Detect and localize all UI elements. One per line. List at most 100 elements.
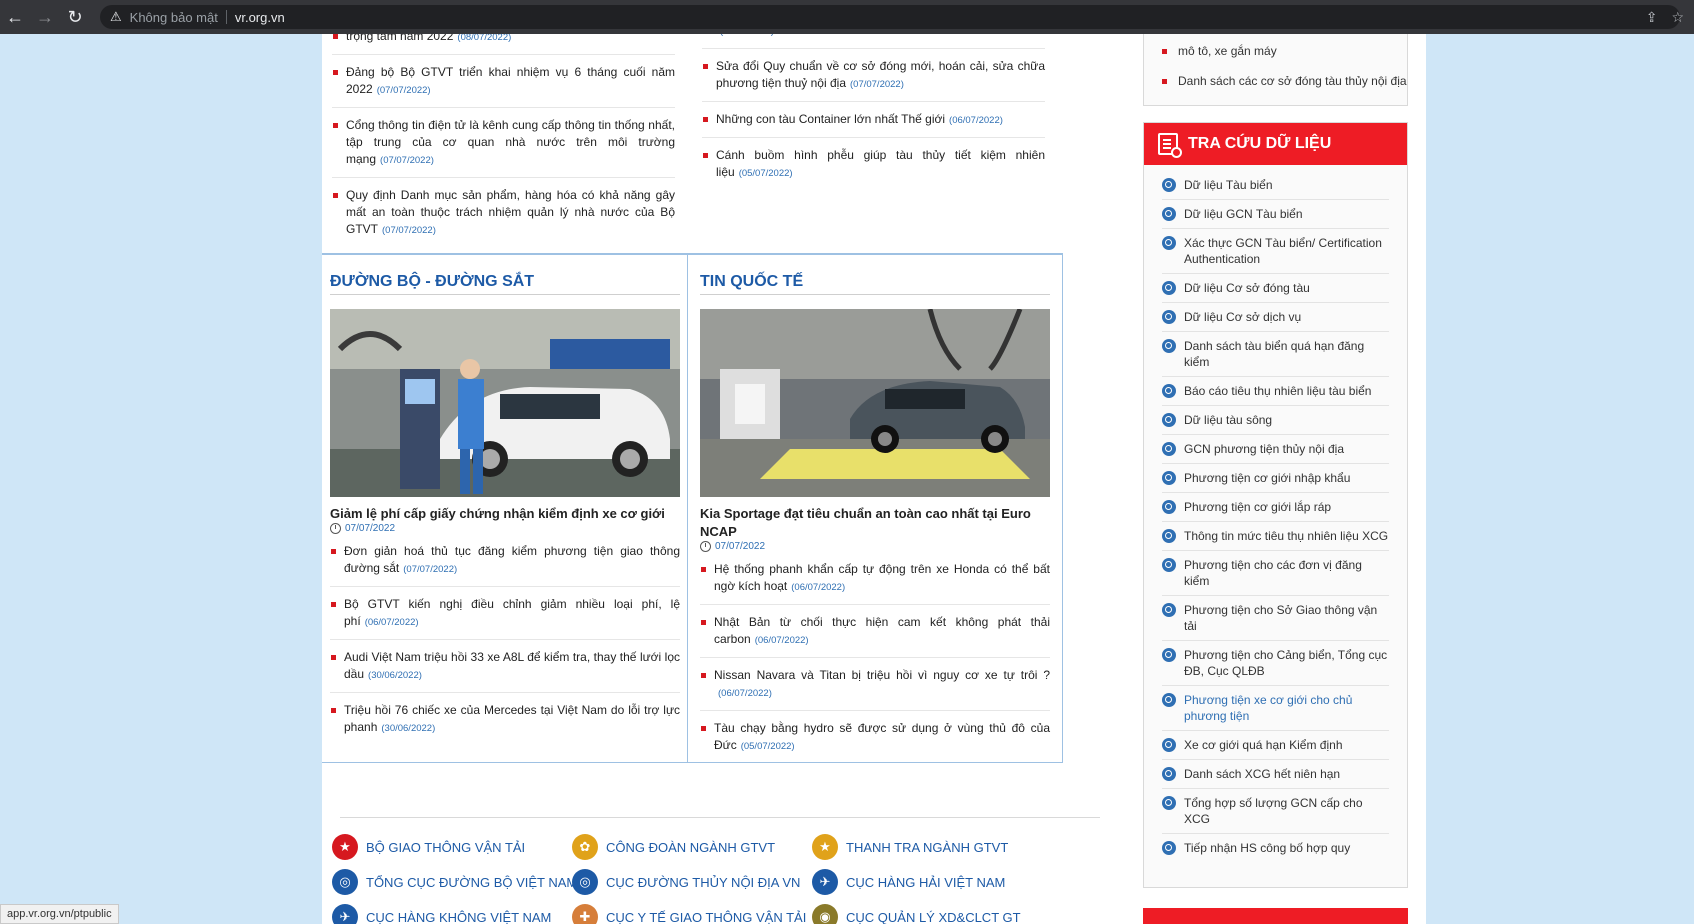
news-title[interactable]: Hệ thống phanh khẩn cấp tự động trên xe …: [714, 562, 1050, 593]
reload-icon[interactable]: ↻: [60, 0, 90, 34]
news-date: (06/07/2022): [364, 617, 419, 628]
data-lookup-item[interactable]: Dữ liệu Cơ sở dịch vụ: [1162, 303, 1389, 332]
partner-link-label: CỤC HÀNG KHÔNG VIỆT NAM: [366, 909, 552, 924]
news-date: (07/07/2022): [720, 34, 774, 37]
news-title[interactable]: Những con tàu Container lớn nhất Thế giớ…: [716, 112, 945, 126]
news-item[interactable]: Triệu hồi 76 chiếc xe của Mercedes tại V…: [330, 702, 680, 745]
data-lookup-item[interactable]: Tiếp nhận HS công bố hợp quy: [1162, 834, 1389, 862]
data-lookup-label: Danh sách XCG hết niên hạn: [1184, 767, 1341, 781]
data-lookup-item[interactable]: Phương tiện cơ giới lắp ráp: [1162, 493, 1389, 522]
news-date: (06/07/2022): [791, 582, 846, 593]
search-icon: [1162, 648, 1176, 662]
partner-link[interactable]: ★ THANH TRA NGÀNH GTVT: [812, 834, 1008, 860]
news-title[interactable]: trọng tâm năm 2022: [346, 34, 453, 43]
search-icon: [1162, 767, 1176, 781]
sidebar-next-section-header: [1143, 908, 1408, 924]
partner-link[interactable]: ✿ CÔNG ĐOÀN NGÀNH GTVT: [572, 834, 775, 860]
data-lookup-item[interactable]: Phương tiện cho Cảng biển, Tổng cục ĐB, …: [1162, 641, 1389, 686]
featured-article-title[interactable]: Giảm lệ phí cấp giấy chứng nhận kiểm địn…: [330, 505, 680, 523]
partner-link-label: CỤC QUẢN LÝ XD&CLCT GT: [846, 909, 1021, 924]
partner-link[interactable]: ◎ CỤC ĐƯỜNG THỦY NỘI ĐỊA VN: [572, 869, 800, 895]
data-lookup-panel: TRA CỨU DỮ LIỆU Dữ liệu Tàu biển Dữ liệu …: [1143, 122, 1408, 888]
emblem-icon: ✈: [332, 904, 358, 924]
data-lookup-item[interactable]: Phương tiện cơ giới nhập khẩu: [1162, 464, 1389, 493]
news-item[interactable]: (07/07/2022): [702, 34, 1045, 49]
bookmark-star-icon[interactable]: ☆: [1671, 9, 1684, 26]
data-lookup-label: Dữ liệu tàu sông: [1184, 413, 1273, 427]
status-bar-url: app.vr.org.vn/ptpublic: [0, 904, 119, 924]
international-section: TIN QUỐC TẾ Kia Sportage đạt tiêu chuẩn …: [687, 253, 1063, 763]
data-lookup-item[interactable]: Danh sách XCG hết niên hạn: [1162, 760, 1389, 789]
section-heading[interactable]: ĐƯỜNG BỘ - ĐƯỜNG SẮT: [330, 273, 680, 295]
news-item[interactable]: Tàu chạy bằng hydro sẽ được sử dụng ở vù…: [700, 720, 1050, 763]
sidebar-link[interactable]: Danh sách các cơ sở đóng tàu thủy nội đị…: [1144, 73, 1407, 89]
section-heading[interactable]: TIN QUỐC TẾ: [700, 273, 1050, 295]
data-lookup-label: Phương tiện cho Cảng biển, Tổng cục ĐB, …: [1184, 648, 1388, 678]
data-lookup-item[interactable]: Danh sách tàu biển quá hạn đăng kiểm: [1162, 332, 1389, 377]
share-icon[interactable]: ⇪: [1646, 9, 1658, 26]
partner-link[interactable]: ◉ CỤC QUẢN LÝ XD&CLCT GT: [812, 904, 1021, 924]
news-item[interactable]: Nissan Navara và Titan bị triệu hồi vì n…: [700, 667, 1050, 711]
news-date: (30/06/2022): [368, 670, 422, 681]
news-item[interactable]: Cánh buồm hình phễu giúp tàu thủy tiết k…: [702, 147, 1045, 190]
news-item[interactable]: Quy định Danh mục sản phẩm, hàng hóa có …: [332, 187, 675, 247]
partner-link-label: CỤC ĐƯỜNG THỦY NỘI ĐỊA VN: [606, 874, 801, 890]
data-lookup-item[interactable]: Phương tiện xe cơ giới cho chủ phương ti…: [1162, 686, 1389, 731]
news-item[interactable]: Đơn giản hoá thủ tục đăng kiểm phương ti…: [330, 543, 680, 587]
news-item[interactable]: Đảng bộ Bộ GTVT triển khai nhiệm vụ 6 th…: [332, 64, 675, 108]
news-item[interactable]: Những con tàu Container lớn nhất Thế giớ…: [702, 111, 1045, 138]
data-lookup-item[interactable]: GCN phương tiện thủy nội địa: [1162, 435, 1389, 464]
news-item[interactable]: Hệ thống phanh khẩn cấp tự động trên xe …: [700, 561, 1050, 605]
news-item[interactable]: trọng tâm năm 2022 (08/07/2022): [332, 34, 675, 55]
data-lookup-item[interactable]: Phương tiện cho các đơn vị đăng kiểm: [1162, 551, 1389, 596]
data-lookup-label: Xe cơ giới quá hạn Kiểm định: [1184, 738, 1343, 752]
data-lookup-label: Tiếp nhận HS công bố hợp quy: [1184, 841, 1351, 855]
partner-link-label: CỤC Y TẾ GIAO THÔNG VẬN TẢI: [606, 909, 807, 924]
crash-test-photo[interactable]: [700, 309, 1050, 497]
data-lookup-item[interactable]: Xe cơ giới quá hạn Kiểm định: [1162, 731, 1389, 760]
news-title[interactable]: Nissan Navara và Titan bị triệu hồi vì n…: [714, 668, 1050, 682]
news-item[interactable]: Bộ GTVT kiến nghị điều chỉnh giảm nhiều …: [330, 596, 680, 640]
data-lookup-item[interactable]: Tổng hợp số lượng GCN cấp cho XCG: [1162, 789, 1389, 834]
partner-link[interactable]: ✚ CỤC Y TẾ GIAO THÔNG VẬN TẢI: [572, 904, 806, 924]
search-icon: [1162, 471, 1176, 485]
address-bar[interactable]: ⚠ Không bảo mật vr.org.vn: [100, 5, 1680, 29]
search-icon: [1162, 310, 1176, 324]
data-lookup-item[interactable]: Dữ liệu tàu sông: [1162, 406, 1389, 435]
forward-icon[interactable]: →: [30, 0, 60, 34]
data-lookup-label: Dữ liệu Cơ sở dịch vụ: [1184, 310, 1302, 324]
data-lookup-item[interactable]: Thông tin mức tiêu thụ nhiên liệu XCG: [1162, 522, 1389, 551]
news-date: (07/07/2022): [403, 564, 458, 575]
data-lookup-item[interactable]: Xác thực GCN Tàu biển/ Certification Aut…: [1162, 229, 1389, 274]
data-lookup-item[interactable]: Dữ liệu Tàu biển: [1162, 171, 1389, 200]
vehicle-inspection-photo[interactable]: [330, 309, 680, 497]
back-icon[interactable]: ←: [0, 0, 30, 34]
news-item[interactable]: Cổng thông tin điện tử là kênh cung cấp …: [332, 117, 675, 178]
partner-link[interactable]: ★ BỘ GIAO THÔNG VẬN TẢI: [332, 834, 525, 860]
data-lookup-list: Dữ liệu Tàu biển Dữ liệu GCN Tàu biển Xác …: [1144, 165, 1407, 862]
news-date: (08/07/2022): [457, 34, 512, 43]
data-lookup-label: Dữ liệu Tàu biển: [1184, 178, 1273, 192]
emblem-icon: ◉: [812, 904, 838, 924]
data-lookup-item[interactable]: Phương tiện cho Sở Giao thông vận tải: [1162, 596, 1389, 641]
sidebar-link[interactable]: mô tô, xe gắn máy: [1144, 43, 1407, 59]
featured-article-title[interactable]: Kia Sportage đạt tiêu chuẩn an toàn cao …: [700, 505, 1050, 541]
partner-link[interactable]: ✈ CỤC HÀNG KHÔNG VIỆT NAM: [332, 904, 551, 924]
data-lookup-label: Thông tin mức tiêu thụ nhiên liệu XCG: [1184, 529, 1389, 543]
news-date: (05/07/2022): [738, 168, 793, 179]
data-lookup-label: Phương tiện xe cơ giới cho chủ phương ti…: [1184, 693, 1353, 723]
data-lookup-item[interactable]: Dữ liệu Cơ sở đóng tàu: [1162, 274, 1389, 303]
data-lookup-label: Dữ liệu GCN Tàu biển: [1184, 207, 1303, 221]
partner-link[interactable]: ✈ CỤC HÀNG HẢI VIỆT NAM: [812, 869, 1005, 895]
data-lookup-item[interactable]: Dữ liệu GCN Tàu biển: [1162, 200, 1389, 229]
news-title[interactable]: Đơn giản hoá thủ tục đăng kiểm phương ti…: [344, 544, 680, 575]
search-icon: [1162, 413, 1176, 427]
news-item[interactable]: Sửa đổi Quy chuẩn về cơ sở đóng mới, hoá…: [702, 58, 1045, 102]
news-item[interactable]: Nhật Bản từ chối thực hiện cam kết không…: [700, 614, 1050, 658]
data-lookup-item[interactable]: Báo cáo tiêu thụ nhiên liệu tàu biển: [1162, 377, 1389, 406]
emblem-icon: ✿: [572, 834, 598, 860]
news-item[interactable]: Audi Việt Nam triệu hồi 33 xe A8L để kiể…: [330, 649, 680, 693]
partner-link[interactable]: ◎ TỔNG CỤC ĐƯỜNG BỘ VIỆT NAM: [332, 869, 577, 895]
emblem-icon: ★: [812, 834, 838, 860]
data-lookup-label: Tổng hợp số lượng GCN cấp cho XCG: [1184, 796, 1363, 826]
